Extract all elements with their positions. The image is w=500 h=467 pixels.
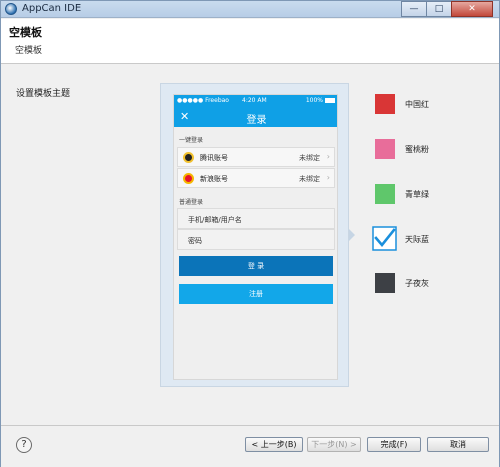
account-status: 未绑定 bbox=[299, 175, 320, 183]
back-button[interactable]: < 上一步(B) bbox=[245, 437, 303, 452]
theme-label-pink: 蜜桃粉 bbox=[405, 145, 429, 154]
theme-swatch-gray[interactable] bbox=[375, 273, 395, 293]
phone-nav-bar: ✕ 登录 bbox=[174, 107, 337, 127]
chevron-right-icon: › bbox=[326, 173, 330, 182]
theme-swatch-pink[interactable] bbox=[375, 139, 395, 159]
theme-swatch-red[interactable] bbox=[375, 94, 395, 114]
page-title: 空模板 bbox=[9, 26, 42, 39]
status-time: 4:20 AM bbox=[242, 97, 267, 104]
selection-pointer-icon bbox=[349, 229, 355, 241]
username-placeholder: 手机/邮箱/用户名 bbox=[188, 216, 242, 224]
phone-login-button: 登 录 bbox=[179, 256, 333, 276]
theme-swatch-green[interactable] bbox=[375, 184, 395, 204]
finish-button[interactable]: 完成(F) bbox=[367, 437, 421, 452]
quick-login-label: 一键登录 bbox=[179, 137, 204, 144]
window-title: AppCan IDE bbox=[22, 3, 82, 14]
weibo-icon bbox=[183, 173, 194, 184]
maximize-button[interactable]: □ bbox=[426, 1, 452, 17]
wizard-header: 空模板 空模板 bbox=[1, 19, 499, 64]
close-button[interactable]: ✕ bbox=[451, 1, 493, 17]
checkmark-icon[interactable] bbox=[372, 226, 397, 251]
password-placeholder: 密码 bbox=[188, 237, 202, 245]
theme-label-green: 青草绿 bbox=[405, 190, 429, 199]
phone-status-bar: ●●●●● Freebao 4:20 AM 100% bbox=[174, 95, 337, 107]
phone-nav-title: 登录 bbox=[246, 115, 267, 126]
status-battery: 100% bbox=[305, 97, 323, 104]
help-icon[interactable]: ? bbox=[16, 437, 32, 453]
status-carrier: ●●●●● Freebao bbox=[177, 97, 229, 104]
wizard-window: AppCan IDE — □ ✕ 空模板 空模板 设置模板主题 ●●●●● Fr… bbox=[0, 0, 500, 467]
status-battery-group: 100% bbox=[306, 97, 335, 104]
theme-label-red: 中国红 bbox=[405, 100, 429, 109]
chevron-right-icon: › bbox=[326, 152, 330, 161]
username-field: 手机/邮箱/用户名 bbox=[177, 208, 335, 229]
window-controls: — □ ✕ bbox=[401, 1, 493, 17]
next-button[interactable]: 下一步(N) > bbox=[307, 437, 361, 452]
theme-label-blue: 天际蓝 bbox=[405, 235, 429, 244]
phone-preview: ●●●●● Freebao 4:20 AM 100% ✕ 登录 一键登录 腾讯账… bbox=[173, 94, 338, 380]
page-description: 空模板 bbox=[15, 46, 43, 56]
title-bar: AppCan IDE — □ ✕ bbox=[1, 1, 499, 18]
wizard-footer: ? < 上一步(B) 下一步(N) > 完成(F) 取消 bbox=[1, 425, 499, 467]
phone-preview-panel: ●●●●● Freebao 4:20 AM 100% ✕ 登录 一键登录 腾讯账… bbox=[160, 83, 349, 387]
phone-register-button: 注册 bbox=[179, 284, 333, 304]
minimize-button[interactable]: — bbox=[401, 1, 427, 17]
cancel-button[interactable]: 取消 bbox=[427, 437, 489, 452]
battery-icon bbox=[325, 98, 335, 103]
account-label: 新浪账号 bbox=[200, 175, 228, 183]
theme-setting-label: 设置模板主题 bbox=[16, 89, 71, 99]
qq-icon bbox=[183, 152, 194, 163]
password-field: 密码 bbox=[177, 229, 335, 250]
theme-label-gray: 子夜灰 bbox=[405, 279, 429, 288]
account-row-weibo: 新浪账号 未绑定 › bbox=[177, 168, 335, 188]
account-row-qq: 腾讯账号 未绑定 › bbox=[177, 147, 335, 167]
app-logo-icon bbox=[5, 3, 17, 15]
normal-login-label: 普通登录 bbox=[179, 199, 204, 206]
wizard-content: 设置模板主题 ●●●●● Freebao 4:20 AM 100% ✕ 登录 一… bbox=[1, 65, 499, 425]
account-status: 未绑定 bbox=[299, 154, 320, 162]
account-label: 腾讯账号 bbox=[200, 154, 228, 162]
